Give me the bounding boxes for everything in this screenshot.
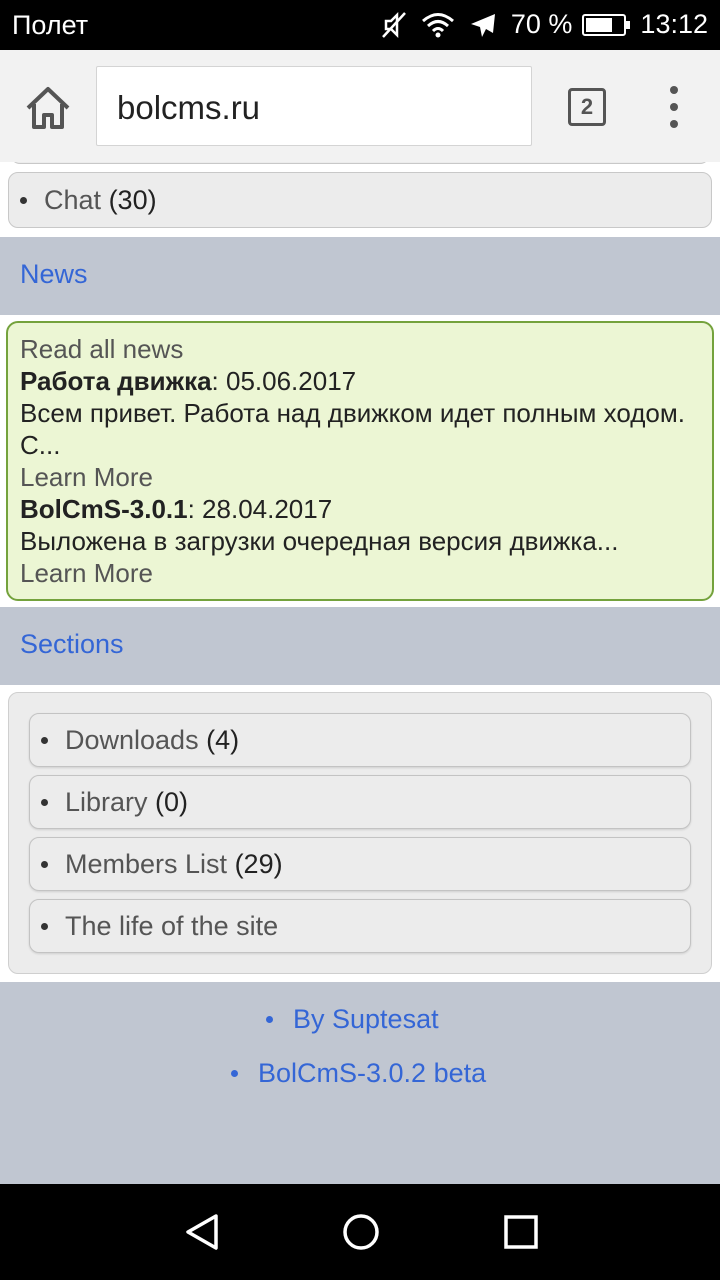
bullet-icon: [231, 1070, 238, 1077]
footer-link-text[interactable]: BolCmS-3.0.2 beta: [258, 1058, 486, 1089]
bullet-icon: [20, 196, 27, 204]
news-header: News: [0, 237, 720, 315]
section-label[interactable]: Downloads: [65, 725, 199, 756]
overflow-menu-icon[interactable]: [664, 86, 684, 128]
bullet-icon: [266, 1016, 273, 1023]
section-item-life-of-site[interactable]: The life of the site: [29, 899, 691, 953]
section-count: (29): [234, 848, 283, 879]
learn-more-link[interactable]: Learn More: [20, 557, 700, 589]
section-item-members-list[interactable]: Members List (29): [29, 837, 691, 891]
browser-toolbar: bolcms.ru 2: [0, 50, 720, 162]
news-item: BolCmS-3.0.1: 28.04.2017: [20, 493, 700, 525]
battery-percent: 70 %: [510, 9, 573, 39]
news-item: Работа движка: 05.06.2017: [20, 365, 700, 397]
address-bar[interactable]: bolcms.ru: [96, 66, 532, 146]
airplane-icon: [469, 11, 497, 39]
news-excerpt: Выложена в загрузки очередная версия дви…: [20, 526, 619, 556]
back-icon[interactable]: [182, 1212, 222, 1252]
home-icon[interactable]: [22, 84, 74, 132]
section-count: (0): [155, 786, 189, 817]
home-circle-icon[interactable]: [341, 1212, 381, 1252]
chat-link[interactable]: Chat: [44, 185, 101, 216]
recents-icon[interactable]: [501, 1212, 541, 1252]
chat-count: (30): [108, 184, 157, 215]
footer-link-text[interactable]: By Suptesat: [293, 1004, 439, 1035]
clock: 13:12: [640, 9, 708, 39]
carrier-name: Полет: [12, 10, 89, 40]
battery-icon: [582, 13, 631, 36]
news-date: : 28.04.2017: [187, 494, 333, 524]
chat-item[interactable]: Chat (30): [9, 173, 711, 227]
mute-icon: [381, 11, 407, 39]
section-item-downloads[interactable]: Downloads (4): [29, 713, 691, 767]
news-header-title: News: [20, 259, 88, 289]
footer: By Suptesat BolCmS-3.0.2 beta: [0, 982, 720, 1184]
sections-header: Sections: [0, 607, 720, 685]
news-title[interactable]: BolCmS-3.0.1: [20, 494, 188, 524]
bullet-icon: [41, 798, 48, 806]
status-bar: Полет 70 % 13:12: [0, 0, 720, 50]
previous-box-edge: [10, 162, 710, 164]
bullet-icon: [41, 736, 48, 744]
wifi-icon: [421, 12, 455, 38]
news-title[interactable]: Работа движка: [20, 366, 212, 396]
section-item-library[interactable]: Library (0): [29, 775, 691, 829]
bullet-icon: [41, 922, 48, 930]
url-text: bolcms.ru: [117, 89, 261, 126]
news-date: : 05.06.2017: [211, 366, 357, 396]
footer-link-author[interactable]: By Suptesat: [266, 1004, 439, 1035]
sections-box: Downloads (4) Library (0) Members List (…: [8, 692, 712, 974]
bullet-icon: [41, 860, 48, 868]
navigation-bar: [0, 1184, 720, 1280]
read-all-news-link[interactable]: Read all news: [20, 333, 700, 365]
sections-header-title: Sections: [20, 629, 124, 659]
section-label[interactable]: The life of the site: [65, 911, 278, 942]
tabs-icon[interactable]: 2: [568, 88, 606, 126]
news-box: Read all news Работа движка: 05.06.2017 …: [6, 321, 714, 601]
page-content: Chat (30) News Read all news Работа движ…: [0, 162, 720, 1184]
news-excerpt: Всем привет. Работа над движком идет пол…: [20, 398, 685, 460]
section-count: (4): [206, 724, 240, 755]
learn-more-link[interactable]: Learn More: [20, 461, 700, 493]
footer-link-version[interactable]: BolCmS-3.0.2 beta: [231, 1058, 486, 1089]
chat-box: Chat (30): [8, 172, 712, 228]
section-label[interactable]: Members List: [65, 849, 227, 880]
section-label[interactable]: Library: [65, 787, 148, 818]
